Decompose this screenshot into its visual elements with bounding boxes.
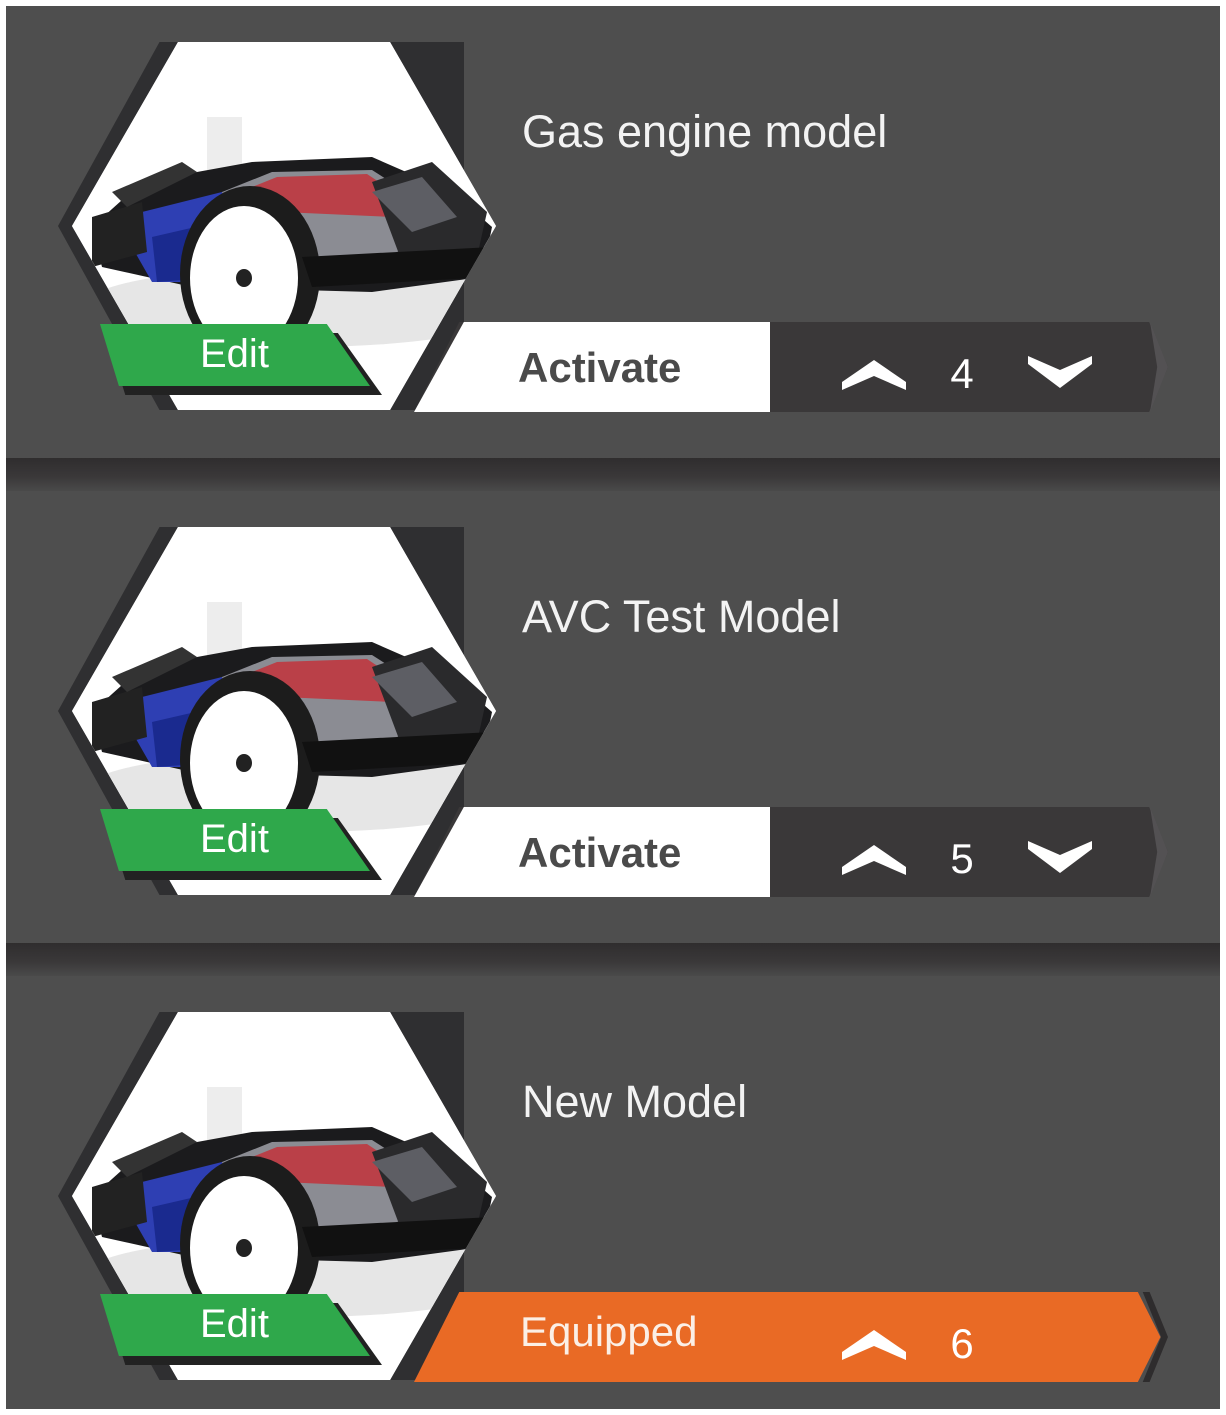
edit-label: Edit	[200, 817, 269, 861]
model-position: 5	[950, 835, 974, 882]
edit-label: Edit	[200, 1302, 269, 1346]
model-list: Edit Gas engine model Activate 4 Edit AV…	[6, 6, 1220, 1409]
model-position: 6	[950, 1320, 974, 1367]
model-name: New Model	[522, 1076, 748, 1127]
edit-button[interactable]: Edit	[100, 1294, 370, 1356]
chevron-up-icon	[842, 1330, 906, 1360]
card-divider	[6, 943, 1220, 977]
chevron-up-icon	[842, 845, 906, 875]
edit-label: Edit	[200, 332, 269, 376]
move-down-button[interactable]	[1020, 342, 1100, 402]
equipped-button[interactable]: Equipped	[414, 1292, 1161, 1382]
move-down-button[interactable]	[1020, 827, 1100, 887]
model-card: Edit AVC Test Model Activate 5	[6, 491, 1220, 943]
model-name: Gas engine model	[522, 106, 888, 157]
card-divider	[6, 458, 1220, 492]
model-card: Edit Gas engine model Activate 4	[6, 6, 1220, 458]
model-name: AVC Test Model	[522, 591, 841, 642]
activate-button[interactable]: Activate	[414, 807, 770, 897]
edit-button[interactable]: Edit	[100, 324, 370, 386]
activate-label: Activate	[518, 344, 682, 391]
activate-label: Activate	[518, 829, 682, 876]
activate-button[interactable]: Activate	[414, 322, 770, 412]
move-up-button[interactable]	[834, 827, 914, 887]
edit-button[interactable]: Edit	[100, 809, 370, 871]
chevron-down-icon	[1028, 841, 1092, 873]
move-up-button[interactable]	[834, 342, 914, 402]
move-up-button[interactable]	[834, 1312, 914, 1372]
chevron-up-icon	[842, 360, 906, 390]
model-position: 4	[950, 350, 974, 397]
model-card: Edit New Model Equipped 6	[6, 976, 1220, 1409]
equipped-label: Equipped	[520, 1308, 698, 1355]
chevron-down-icon	[1028, 356, 1092, 388]
